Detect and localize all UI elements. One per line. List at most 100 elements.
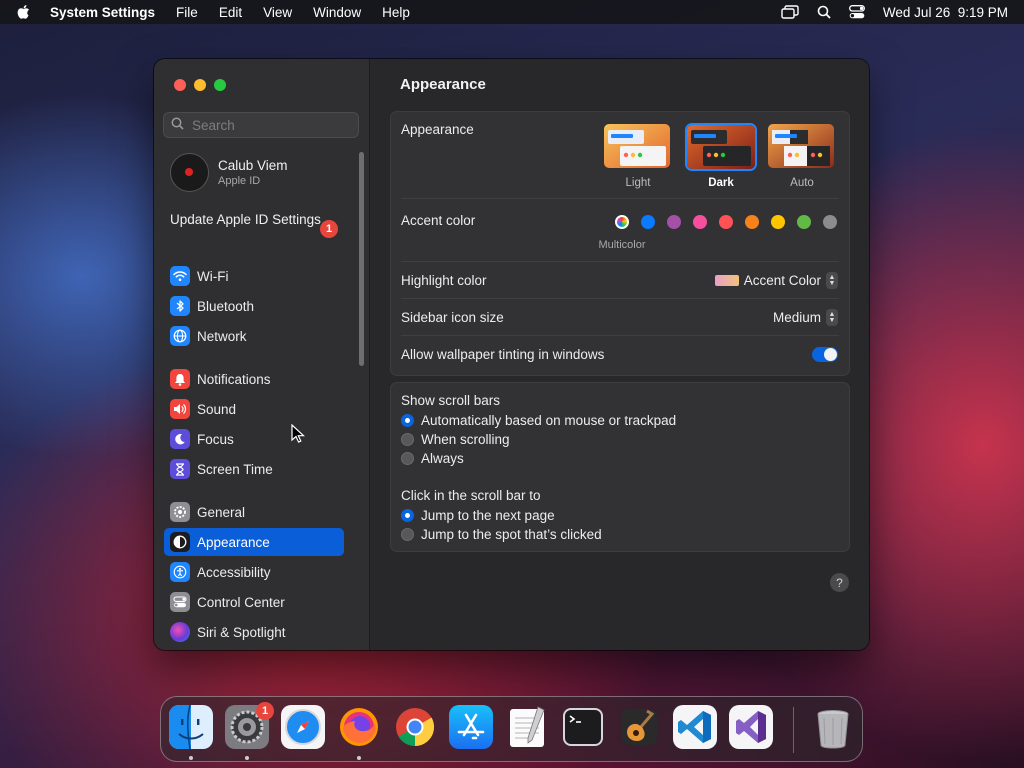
siri-icon (170, 622, 190, 642)
scroll-when-scrolling-option[interactable]: When scrolling (401, 432, 510, 447)
scroll-bars-panel: Show scroll bars Automatically based on … (390, 382, 850, 552)
dock-textedit[interactable] (505, 705, 549, 749)
sidebar-search-field[interactable] (163, 112, 359, 138)
menu-file[interactable]: File (176, 5, 198, 20)
dock-terminal[interactable] (561, 705, 605, 749)
jump-to-spot-option[interactable]: Jump to the spot that’s clicked (401, 527, 602, 542)
sidebar-item-label: Focus (197, 431, 234, 447)
dock-finder[interactable] (169, 704, 213, 750)
control-center-icon (170, 592, 190, 612)
search-input[interactable] (190, 116, 354, 134)
radio-button[interactable] (401, 414, 414, 427)
sidebar-scrollbar[interactable] (359, 152, 364, 366)
sidebar-item-appearance[interactable]: Appearance (164, 528, 344, 556)
dock-firefox[interactable] (337, 705, 381, 749)
dock-safari[interactable] (281, 705, 325, 749)
dock-chrome[interactable] (393, 705, 437, 749)
close-window-button[interactable] (174, 79, 186, 91)
dock-visual-studio[interactable] (729, 705, 773, 749)
spotlight-search-icon[interactable] (817, 5, 831, 19)
sidebar-icon-size-value: Medium (772, 310, 821, 325)
accent-pink-swatch[interactable] (693, 215, 707, 229)
sidebar-item-control-center[interactable]: Control Center (164, 588, 344, 616)
divider (401, 261, 839, 262)
search-icon (171, 117, 184, 133)
sidebar-item-notifications[interactable]: Notifications (164, 365, 344, 393)
accent-orange-swatch[interactable] (745, 215, 759, 229)
appearance-auto-label: Auto (790, 177, 814, 189)
sidebar-item-screen-time[interactable]: Screen Time (164, 455, 344, 483)
radio-label: Automatically based on mouse or trackpad (421, 413, 677, 428)
profile-name: Calub Viem (218, 158, 288, 173)
apple-menu-icon[interactable] (16, 4, 30, 20)
zoom-window-button[interactable] (214, 79, 226, 91)
sidebar-item-accessibility[interactable]: Accessibility (164, 558, 344, 586)
menu-app-name[interactable]: System Settings (50, 5, 155, 20)
accent-multicolor-swatch[interactable] (615, 215, 629, 229)
menu-window[interactable]: Window (313, 5, 361, 20)
menu-edit[interactable]: Edit (219, 5, 242, 20)
sidebar-item-label: Screen Time (197, 461, 273, 477)
menu-help[interactable]: Help (382, 5, 410, 20)
dock-app-store[interactable] (449, 705, 493, 749)
safari-icon (281, 705, 325, 749)
sidebar-item-bluetooth[interactable]: Bluetooth (164, 292, 344, 320)
dock-badge: 1 (256, 702, 274, 720)
menu-bar: System Settings File Edit View Window He… (0, 0, 1024, 24)
radio-label: Jump to the spot that’s clicked (421, 527, 602, 542)
dock-garageband[interactable] (617, 705, 661, 749)
accent-graphite-swatch[interactable] (823, 215, 837, 229)
accent-yellow-swatch[interactable] (771, 215, 785, 229)
accent-red-swatch[interactable] (719, 215, 733, 229)
scroll-auto-option[interactable]: Automatically based on mouse or trackpad (401, 413, 676, 428)
dock-vscode[interactable] (673, 705, 717, 749)
wallpaper-tinting-toggle[interactable] (812, 347, 838, 362)
terminal-icon (563, 708, 603, 746)
avatar (170, 153, 209, 192)
radio-button[interactable] (401, 452, 414, 465)
accent-green-swatch[interactable] (797, 215, 811, 229)
screen-mirroring-icon[interactable] (781, 5, 799, 19)
sidebar-item-label: Appearance (197, 534, 270, 550)
scroll-always-option[interactable]: Always (401, 451, 464, 466)
accent-blue-swatch[interactable] (641, 215, 655, 229)
sidebar-icon-size-popup[interactable]: Medium ▲ ▼ (773, 309, 838, 326)
appearance-light-option[interactable] (604, 124, 670, 168)
radio-button[interactable] (401, 433, 414, 446)
minimize-window-button[interactable] (194, 79, 206, 91)
radio-button[interactable] (401, 509, 414, 522)
sidebar-item-wifi[interactable]: Wi-Fi (164, 262, 344, 290)
radio-label: Jump to the next page (421, 508, 555, 523)
jump-next-page-option[interactable]: Jump to the next page (401, 508, 555, 523)
highlight-swatch (714, 275, 739, 286)
sidebar-item-focus[interactable]: Focus (164, 425, 344, 453)
update-apple-id-item[interactable]: Update Apple ID Settings (170, 212, 340, 228)
appearance-label: Appearance (401, 122, 474, 137)
appearance-light-label: Light (625, 177, 651, 189)
chevron-updown-icon: ▲ ▼ (826, 309, 838, 326)
dock-trash[interactable] (811, 705, 855, 749)
menu-clock[interactable]: Wed Jul 26 9:19 PM (883, 5, 1008, 20)
window-controls (174, 79, 226, 91)
apple-id-profile[interactable]: Calub Viem Apple ID (170, 153, 288, 192)
sidebar-item-label: Wi-Fi (197, 268, 229, 284)
page-title: Appearance (400, 76, 486, 93)
menu-view[interactable]: View (263, 5, 292, 20)
sidebar: Calub Viem Apple ID Update Apple ID Sett… (154, 59, 370, 650)
radio-button[interactable] (401, 528, 414, 541)
sidebar-item-label: General (197, 504, 246, 520)
help-button[interactable]: ? (830, 573, 849, 592)
accent-purple-swatch[interactable] (667, 215, 681, 229)
sidebar-item-network[interactable]: Network (164, 322, 344, 350)
sidebar-item-label: Sound (197, 401, 237, 417)
sidebar-item-general[interactable]: General (164, 498, 344, 526)
accent-color-label: Accent color (401, 213, 476, 228)
dock: 1 (160, 696, 863, 762)
sidebar-item-siri-spotlight[interactable]: Siri & Spotlight (164, 618, 344, 646)
control-center-menu-icon[interactable] (848, 5, 865, 19)
sidebar-item-sound[interactable]: Sound (164, 395, 344, 423)
dock-separator (793, 707, 794, 753)
highlight-color-popup[interactable]: Accent Color ▲ ▼ (714, 272, 838, 289)
appearance-dark-option[interactable] (685, 123, 757, 171)
appearance-auto-option[interactable] (768, 124, 834, 168)
